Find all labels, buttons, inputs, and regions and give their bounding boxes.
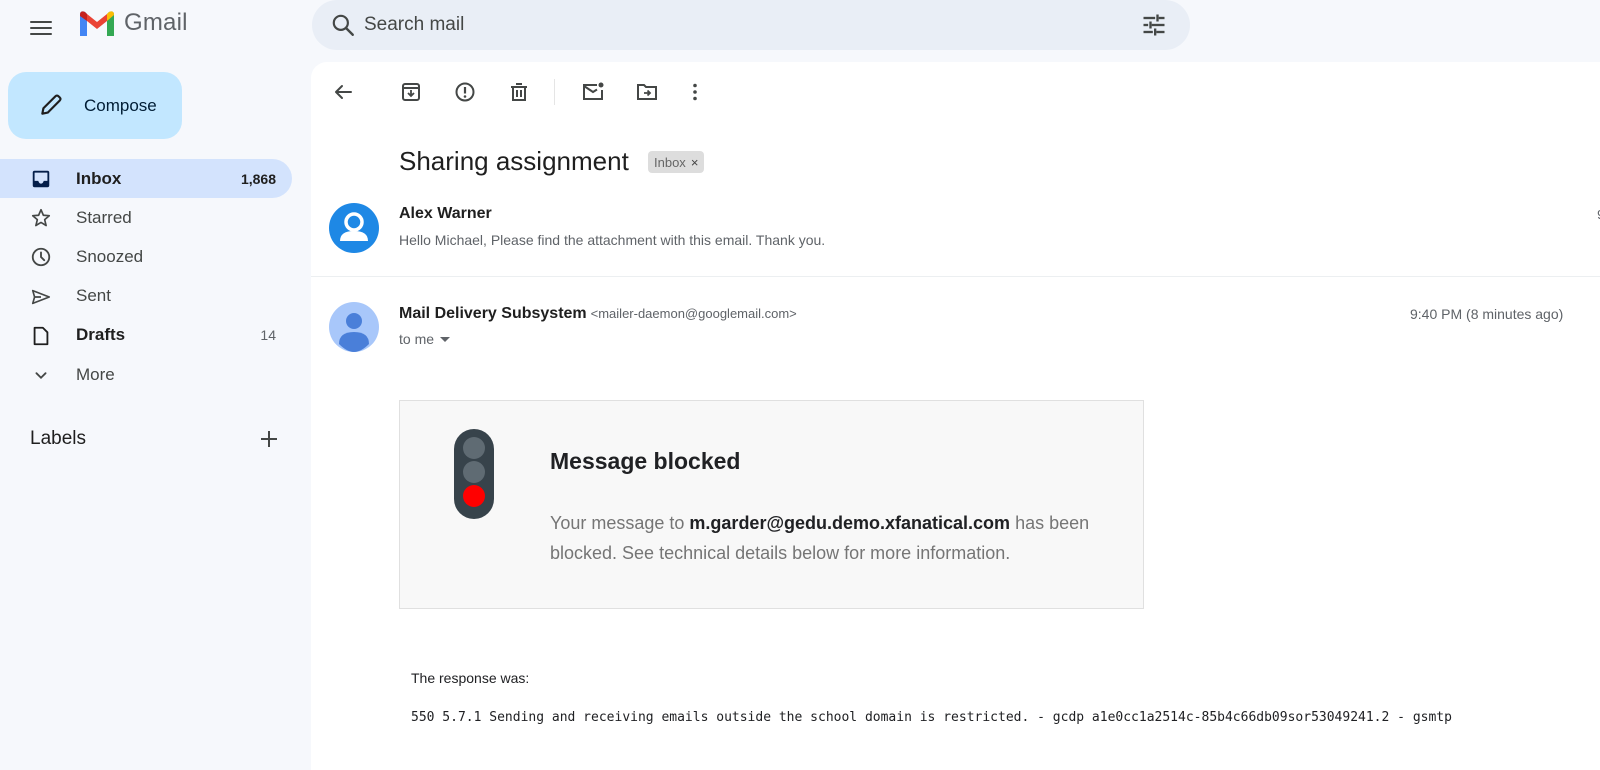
back-icon[interactable] — [331, 80, 355, 104]
message-divider — [311, 276, 1600, 277]
add-label-icon[interactable] — [258, 428, 280, 450]
toolbar-divider — [554, 79, 555, 105]
labels-heading: Labels — [30, 428, 86, 449]
sidebar-item-snoozed[interactable]: Snoozed — [0, 237, 292, 276]
report-spam-icon[interactable] — [453, 80, 477, 104]
star-icon — [31, 209, 51, 227]
reading-pane: Sharing assignment Inbox × Alex Warner H… — [311, 62, 1600, 770]
message-toolbar — [311, 62, 1600, 120]
compose-button[interactable]: Compose — [8, 72, 182, 139]
sender-name[interactable]: Mail Delivery Subsystem <mailer-daemon@go… — [399, 305, 797, 323]
inbox-icon — [32, 170, 50, 188]
top-bar: Gmail — [0, 0, 1600, 64]
sender-email: <mailer-daemon@googlemail.com> — [590, 306, 797, 321]
sidebar-item-label: More — [76, 364, 115, 384]
sidebar-item-label: Drafts — [76, 325, 126, 345]
delete-icon[interactable] — [507, 80, 531, 104]
sidebar-item-label: Inbox — [76, 168, 122, 188]
sidebar-item-label: Snoozed — [76, 246, 144, 266]
pencil-icon — [41, 94, 62, 115]
archive-icon[interactable] — [399, 80, 423, 104]
blocked-recipient: m.garder@gedu.demo.xfanatical.com — [689, 513, 1011, 533]
move-to-icon[interactable] — [635, 80, 659, 104]
inbox-label-chip[interactable]: Inbox × — [648, 151, 705, 173]
response-label: The response was: — [411, 670, 530, 686]
sidebar-item-more[interactable]: More — [0, 355, 292, 394]
caret-down-icon — [440, 336, 451, 342]
compose-label: Compose — [84, 96, 157, 115]
sidebar-item-label: Starred — [76, 207, 132, 227]
traffic-light-icon — [454, 429, 494, 519]
search-bar — [312, 0, 1190, 50]
search-options-icon[interactable] — [1140, 11, 1168, 39]
sidebar-item-inbox[interactable]: Inbox 1,868 — [0, 159, 292, 199]
search-input[interactable] — [364, 10, 1124, 40]
avatar[interactable] — [329, 203, 379, 253]
mark-unread-icon[interactable] — [581, 80, 605, 104]
blocked-description: Your message to m.garder@gedu.demo.xfana… — [550, 508, 1120, 568]
sidebar-item-label: Sent — [76, 286, 111, 306]
chip-label: Inbox — [654, 154, 686, 170]
search-icon[interactable] — [330, 12, 356, 38]
sidebar-nav: Inbox 1,868 Starred Snoozed Sent Drafts … — [0, 159, 292, 394]
sidebar-item-sent[interactable]: Sent — [0, 277, 292, 316]
menu-icon-line — [30, 21, 52, 23]
recipient-details-toggle[interactable]: to me — [399, 331, 451, 347]
thread-subject: Sharing assignment — [399, 146, 629, 176]
send-icon — [31, 289, 51, 304]
message-time: 9:40 PM (8 minutes ago) — [1410, 306, 1564, 322]
gmail-logo[interactable]: Gmail — [78, 8, 188, 38]
blocked-title: Message blocked — [550, 448, 741, 474]
draft-icon — [33, 326, 49, 345]
more-vert-icon[interactable] — [683, 80, 707, 104]
menu-icon-line — [30, 33, 52, 35]
unread-count: 1,868 — [240, 170, 276, 187]
message-blocked-card: Message blocked Your message to m.garder… — [399, 400, 1144, 609]
sender-name[interactable]: Alex Warner — [399, 205, 492, 223]
sidebar-item-drafts[interactable]: Drafts 14 — [0, 316, 292, 355]
sidebar-item-starred[interactable]: Starred — [0, 198, 292, 237]
main-menu-button[interactable] — [26, 12, 58, 44]
smtp-response: 550 5.7.1 Sending and receiving emails o… — [411, 710, 1452, 725]
blocked-text-before: Your message to — [550, 513, 690, 533]
gmail-m-icon — [80, 11, 114, 36]
recipient-summary: to me — [399, 331, 435, 347]
avatar[interactable] — [329, 302, 379, 352]
app-name: Gmail — [124, 9, 188, 36]
clock-icon — [31, 248, 51, 267]
message-snippet[interactable]: Hello Michael, Please find the attachmen… — [399, 232, 825, 248]
sender-display-name: Mail Delivery Subsystem — [399, 305, 587, 322]
menu-icon-line — [30, 27, 52, 29]
draft-count: 14 — [260, 327, 276, 344]
chevron-down-icon — [35, 372, 47, 379]
remove-label-icon[interactable]: × — [691, 155, 699, 170]
